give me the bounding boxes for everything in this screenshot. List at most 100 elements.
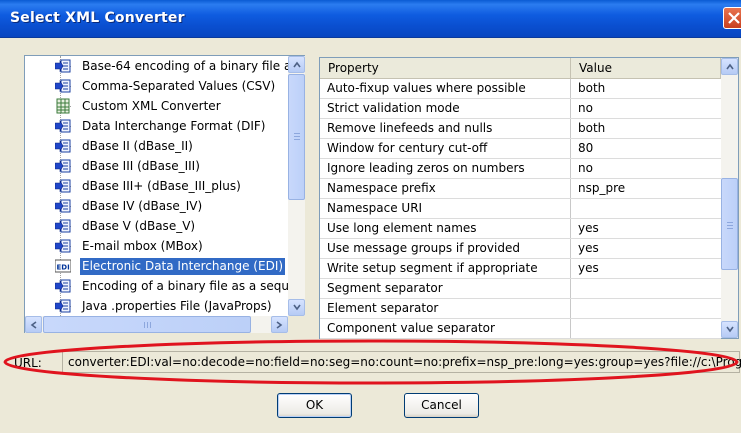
- property-value[interactable]: yes: [571, 219, 721, 238]
- property-row[interactable]: Use message groups if provided yes: [320, 239, 721, 259]
- list-item-label: Comma-Separated Values (CSV): [82, 79, 276, 93]
- property-row[interactable]: Auto-fixup values where possible both: [320, 79, 721, 99]
- property-row[interactable]: Ignore leading zeros on numbers no: [320, 159, 721, 179]
- property-value[interactable]: no: [571, 99, 721, 118]
- property-row[interactable]: Use long element names yes: [320, 219, 721, 239]
- property-row[interactable]: Strict validation mode no: [320, 99, 721, 119]
- list-item[interactable]: dBase III (dBase_III): [25, 157, 288, 176]
- chevron-up-icon: [726, 63, 734, 70]
- chevron-left-icon: [30, 321, 37, 329]
- converter-icon: [55, 159, 71, 173]
- scroll-up-button[interactable]: [288, 56, 305, 73]
- ok-button[interactable]: OK: [277, 393, 352, 418]
- chevron-up-icon: [293, 61, 301, 68]
- property-name: Namespace prefix: [320, 179, 571, 198]
- property-row[interactable]: Element separator: [320, 299, 721, 319]
- converter-icon: [55, 199, 71, 213]
- edi-icon: EDI: [55, 259, 71, 273]
- property-row[interactable]: Window for century cut-off 80: [320, 139, 721, 159]
- converter-icon: [55, 239, 71, 253]
- property-value[interactable]: yes: [571, 259, 721, 278]
- svg-text:EDI: EDI: [57, 264, 70, 272]
- list-item[interactable]: dBase II (dBase_II): [25, 137, 288, 156]
- list-item[interactable]: Comma-Separated Values (CSV): [25, 77, 288, 96]
- list-item[interactable]: E-mail mbox (MBox): [25, 237, 288, 256]
- horizontal-scroll-thumb[interactable]: [43, 316, 251, 333]
- property-name: Window for century cut-off: [320, 139, 571, 158]
- scroll-down-button[interactable]: [288, 299, 305, 316]
- cancel-button[interactable]: Cancel: [404, 393, 479, 418]
- converter-icon: [55, 59, 71, 73]
- property-row[interactable]: Remove linefeeds and nulls both: [320, 119, 721, 139]
- converter-icon: [55, 179, 71, 193]
- custom-grid-icon: [56, 98, 70, 114]
- chevron-down-icon: [726, 326, 734, 333]
- url-value: converter:EDI:val=no:decode=no:field=no:…: [68, 355, 741, 369]
- property-row[interactable]: Write setup segment if appropriate yes: [320, 259, 721, 279]
- property-value[interactable]: nsp_pre: [571, 179, 721, 198]
- list-item-label: E-mail mbox (MBox): [82, 239, 203, 253]
- property-name: Auto-fixup values where possible: [320, 79, 571, 98]
- list-item[interactable]: Data Interchange Format (DIF): [25, 117, 288, 136]
- property-value[interactable]: 80: [571, 139, 721, 158]
- property-name: Element separator: [320, 299, 571, 318]
- properties-header: Property Value: [320, 58, 721, 79]
- scroll-left-button[interactable]: [25, 316, 42, 333]
- property-name: Write setup segment if appropriate: [320, 259, 571, 278]
- list-item-label: dBase V (dBase_V): [82, 219, 196, 233]
- chevron-down-icon: [293, 304, 301, 311]
- list-item-label: dBase IV (dBase_IV): [82, 199, 203, 213]
- property-name: Use message groups if provided: [320, 239, 571, 258]
- list-item[interactable]: dBase V (dBase_V): [25, 217, 288, 236]
- property-row[interactable]: Component value separator: [320, 319, 721, 339]
- list-horizontal-scrollbar[interactable]: [25, 316, 288, 333]
- url-field[interactable]: converter:EDI:val=no:decode=no:field=no:…: [62, 351, 741, 373]
- list-vertical-scrollbar[interactable]: [288, 56, 305, 316]
- column-header-property[interactable]: Property: [320, 58, 571, 78]
- property-row[interactable]: Namespace prefix nsp_pre: [320, 179, 721, 199]
- property-value[interactable]: [571, 319, 721, 338]
- property-name: Ignore leading zeros on numbers: [320, 159, 571, 178]
- list-item-label: Base-64 encoding of a binary file as: [82, 59, 288, 73]
- converter-icon: [55, 219, 71, 233]
- list-item-label: dBase III+ (dBase_III_plus): [82, 179, 241, 193]
- property-value[interactable]: both: [571, 79, 721, 98]
- property-row[interactable]: Namespace URI: [320, 199, 721, 219]
- scroll-right-button[interactable]: [271, 316, 288, 333]
- property-name: Segment separator: [320, 279, 571, 298]
- property-value[interactable]: [571, 299, 721, 318]
- converter-icon: [55, 139, 71, 153]
- property-name: Remove linefeeds and nulls: [320, 119, 571, 138]
- property-value[interactable]: no: [571, 159, 721, 178]
- converter-icon: [55, 299, 71, 313]
- list-item[interactable]: dBase IV (dBase_IV): [25, 197, 288, 216]
- property-value[interactable]: both: [571, 119, 721, 138]
- list-item[interactable]: dBase III+ (dBase_III_plus): [25, 177, 288, 196]
- list-item[interactable]: Custom XML Converter: [25, 97, 288, 116]
- title-bar: Select XML Converter: [0, 0, 741, 38]
- window-title: Select XML Converter: [10, 10, 185, 26]
- list-item[interactable]: Base-64 encoding of a binary file as: [25, 57, 288, 76]
- property-row[interactable]: Segment separator: [320, 279, 721, 299]
- list-item-label: Data Interchange Format (DIF): [82, 119, 266, 133]
- property-value[interactable]: [571, 279, 721, 298]
- properties-vertical-scrollbar[interactable]: [721, 58, 738, 338]
- property-name: Component value separator: [320, 319, 571, 338]
- scroll-thumb[interactable]: [288, 74, 305, 200]
- property-name: Strict validation mode: [320, 99, 571, 118]
- property-value[interactable]: yes: [571, 239, 721, 258]
- list-item[interactable]: Java .properties File (JavaProps): [25, 297, 288, 316]
- converter-list-panel: Base-64 encoding of a binary file as Comm…: [24, 55, 305, 333]
- close-button[interactable]: [723, 7, 741, 29]
- properties-scroll-down-button[interactable]: [721, 321, 738, 338]
- list-item[interactable]: EDI Electronic Data Interchange (EDI): [25, 257, 288, 276]
- properties-scroll-thumb[interactable]: [721, 178, 738, 270]
- column-header-value[interactable]: Value: [571, 58, 721, 78]
- list-item-label: Electronic Data Interchange (EDI): [78, 257, 287, 276]
- properties-scroll-up-button[interactable]: [721, 58, 738, 75]
- list-item[interactable]: Encoding of a binary file as a seque: [25, 277, 288, 296]
- converter-icon: [55, 79, 71, 93]
- list-item-label: dBase II (dBase_II): [82, 139, 193, 153]
- property-value[interactable]: [571, 199, 721, 218]
- converter-list[interactable]: Base-64 encoding of a binary file as Comm…: [25, 56, 288, 316]
